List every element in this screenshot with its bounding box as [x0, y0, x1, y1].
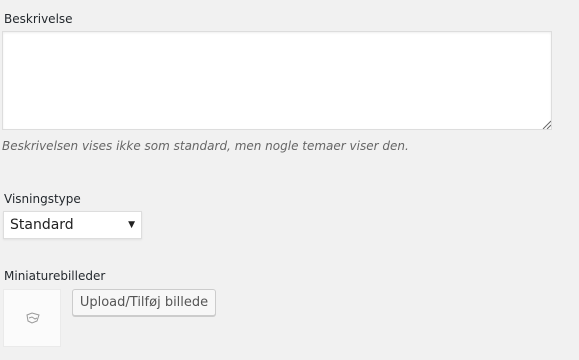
thumbnail-label: Miniaturebilleder	[4, 269, 106, 283]
description-textarea[interactable]	[2, 31, 552, 130]
image-placeholder-icon	[26, 312, 40, 324]
thumbnail-preview	[3, 289, 61, 347]
category-form: Beskrivelse Beskrivelsen vises ikke som …	[0, 0, 579, 360]
view-type-select[interactable]: Standard ▼	[3, 211, 142, 239]
upload-image-button[interactable]: Upload/Tilføj billede	[72, 289, 216, 316]
description-label: Beskrivelse	[4, 12, 73, 26]
view-type-label: Visningstype	[4, 192, 81, 206]
resize-handle-icon[interactable]	[541, 119, 551, 129]
dropdown-caret-icon: ▼	[128, 220, 135, 230]
description-help-text: Beskrivelsen vises ikke som standard, me…	[2, 139, 409, 153]
view-type-selected-value: Standard	[10, 217, 74, 233]
